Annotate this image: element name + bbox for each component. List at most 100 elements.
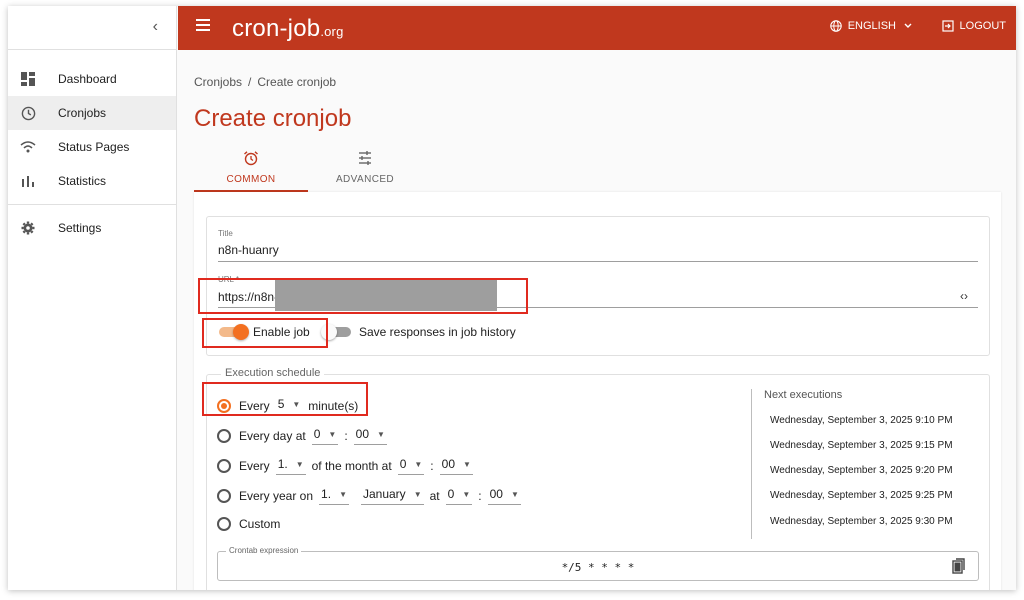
schedule-custom-row: Custom — [217, 517, 280, 531]
caret-down-icon: ▼ — [462, 489, 471, 499]
schedule-every-year-row: Every year on 1. ▼ January ▼ at 0 ▼ : 00 ▼ — [217, 487, 527, 505]
caret-down-icon: ▼ — [413, 489, 422, 499]
tab-label: ADVANCED — [335, 174, 395, 185]
day-value: 1. — [321, 487, 332, 501]
caret-down-icon: ▼ — [463, 459, 471, 469]
month-value: January — [362, 487, 406, 501]
next-executions-title: Next executions — [764, 389, 843, 401]
day-hour-select[interactable]: 0 ▼ — [311, 427, 339, 445]
hour-value: 0 — [399, 457, 407, 471]
collapse-sidebar-icon[interactable]: ‹ — [153, 18, 158, 36]
hour-value: 0 — [447, 487, 455, 501]
colon: : — [344, 429, 348, 443]
highlight-box-schedule — [202, 382, 368, 416]
highlight-box-url — [198, 278, 528, 314]
logo-suffix: .org — [320, 24, 344, 39]
month-day-select[interactable]: 1. ▼ — [275, 457, 306, 475]
next-execution-item: Wednesday, September 3, 2025 9:25 PM — [770, 490, 953, 501]
save-responses-switch[interactable] — [321, 324, 351, 340]
year-month-select[interactable]: January ▼ — [360, 487, 424, 505]
logo[interactable]: cron-job.org — [232, 15, 344, 43]
year-minute-select[interactable]: 00 ▼ — [487, 487, 521, 505]
next-execution-item: Wednesday, September 3, 2025 9:10 PM — [770, 415, 953, 426]
minute-value: 00 — [355, 427, 370, 441]
schedule-legend: Execution schedule — [221, 367, 325, 379]
sidebar-item-label: Settings — [58, 221, 102, 235]
crontab-expression-field[interactable]: Crontab expression */5 * * * * — [217, 546, 979, 581]
globe-icon — [829, 20, 842, 32]
title-underline — [218, 261, 978, 262]
breadcrumb-root[interactable]: Cronjobs — [194, 75, 242, 89]
sidebar-header: ‹ — [8, 6, 176, 50]
logo-text: cron-job — [232, 15, 321, 42]
crontab-label: Crontab expression — [226, 546, 302, 555]
colon: : — [430, 459, 434, 473]
next-execution-item: Wednesday, September 3, 2025 9:15 PM — [770, 440, 953, 451]
day-value: 1. — [277, 457, 288, 471]
sidebar-item-label: Cronjobs — [58, 106, 107, 120]
caret-down-icon: ▼ — [295, 459, 304, 469]
custom-label: Custom — [239, 517, 281, 531]
every-month-label: Every — [239, 459, 270, 473]
code-icon[interactable]: ‹› — [960, 289, 968, 303]
page-title: Create cronjob — [194, 105, 352, 132]
at-label: at — [429, 489, 440, 503]
crontab-value: */5 * * * * — [561, 561, 635, 574]
app-window: ‹ Dashboard Cronjobs Status Pages Statis… — [8, 6, 1016, 590]
year-hour-select[interactable]: 0 ▼ — [445, 487, 473, 505]
alarm-clock-icon — [194, 150, 308, 170]
sidebar-item-settings[interactable]: Settings — [8, 211, 176, 245]
sliders-icon — [308, 150, 422, 170]
tab-label: COMMON — [226, 174, 276, 185]
month-hour-select[interactable]: 0 ▼ — [397, 457, 425, 475]
caret-down-icon: ▼ — [328, 429, 337, 439]
sidebar-item-cronjobs[interactable]: Cronjobs — [8, 96, 176, 130]
gear-icon — [20, 220, 36, 236]
sidebar-item-label: Statistics — [58, 174, 107, 188]
minute-value: 00 — [489, 487, 503, 501]
sidebar: ‹ Dashboard Cronjobs Status Pages Statis… — [8, 6, 177, 590]
sidebar-item-statistics[interactable]: Statistics — [8, 164, 176, 198]
radio-every-month[interactable] — [217, 459, 231, 473]
sidebar-item-label: Status Pages — [58, 140, 130, 154]
day-minute-select[interactable]: 00 ▼ — [353, 427, 387, 445]
sidebar-item-label: Dashboard — [58, 72, 117, 86]
signal-icon — [20, 139, 36, 155]
menu-icon[interactable] — [196, 19, 212, 35]
save-responses-toggle[interactable]: Save responses in job history — [321, 324, 516, 340]
radio-every-day[interactable] — [217, 429, 231, 443]
form-card: Title n8n-huanry URL * https://n8n- ‹› E… — [194, 192, 1001, 590]
caret-down-icon: ▼ — [414, 459, 423, 469]
colon: : — [478, 489, 482, 503]
copy-icon[interactable] — [952, 558, 966, 579]
next-executions-panel: Next executions Wednesday, September 3, … — [751, 389, 981, 539]
caret-down-icon: ▼ — [377, 429, 385, 439]
sidebar-item-status-pages[interactable]: Status Pages — [8, 130, 176, 164]
title-input[interactable]: n8n-huanry — [218, 243, 279, 257]
logout-label: LOGOUT — [959, 20, 1006, 32]
breadcrumb-current: Create cronjob — [257, 75, 337, 89]
tab-common[interactable]: COMMON — [194, 146, 308, 192]
language-selector[interactable]: ENGLISH — [829, 20, 918, 32]
caret-down-icon: ▼ — [339, 489, 347, 499]
sidebar-divider — [8, 204, 176, 205]
sidebar-item-dashboard[interactable]: Dashboard — [8, 62, 176, 96]
app-bar: cron-job.org ENGLISH LOGOUT — [178, 6, 1016, 50]
tab-advanced[interactable]: ADVANCED — [308, 146, 422, 192]
radio-custom[interactable] — [217, 517, 231, 531]
language-label: ENGLISH — [847, 20, 896, 32]
next-execution-item: Wednesday, September 3, 2025 9:20 PM — [770, 465, 953, 476]
tab-bar: COMMON ADVANCED — [194, 146, 424, 192]
breadcrumb: Cronjobs / Create cronjob — [194, 75, 342, 89]
clock-icon — [20, 105, 36, 121]
month-minute-select[interactable]: 00 ▼ — [439, 457, 473, 475]
of-month-label: of the month at — [311, 459, 392, 473]
bar-chart-icon — [20, 173, 36, 189]
logout-button[interactable]: LOGOUT — [941, 20, 1006, 32]
title-label: Title — [218, 229, 233, 238]
save-responses-label: Save responses in job history — [359, 325, 516, 339]
radio-every-year[interactable] — [217, 489, 231, 503]
year-day-select[interactable]: 1. ▼ — [319, 487, 349, 505]
caret-down-icon: ▼ — [510, 489, 519, 499]
schedule-every-month-row: Every 1. ▼ of the month at 0 ▼ : 00 ▼ — [217, 457, 479, 475]
